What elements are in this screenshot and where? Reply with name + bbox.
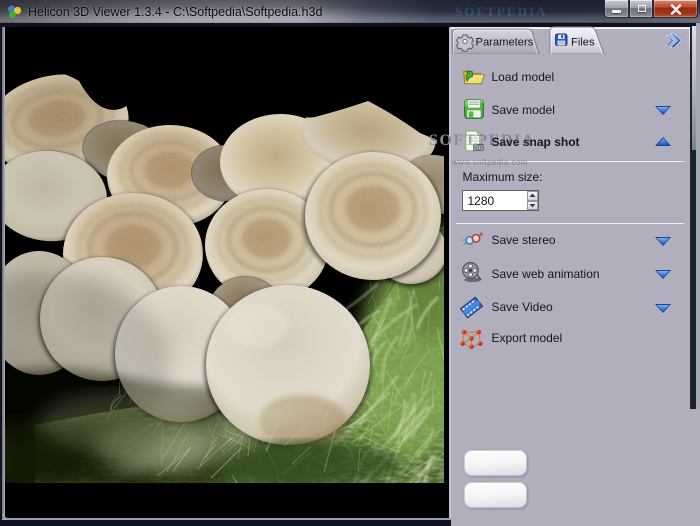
- svg-text:Files: Files: [571, 37, 595, 49]
- svg-text:Parameters: Parameters: [475, 37, 533, 49]
